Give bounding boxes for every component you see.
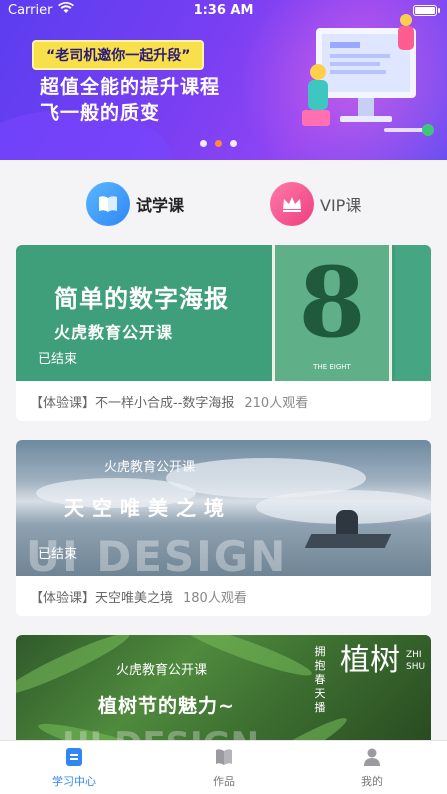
crown-icon: [270, 182, 314, 226]
works-book-icon: [214, 749, 234, 771]
course-meta: 【体验课】不一样小合成--数字海报 210人观看: [16, 381, 431, 421]
course-type-tabs: 试学课 VIP课: [0, 175, 447, 231]
thumb-title: 植树节的魅力~: [98, 695, 235, 717]
promo-banner[interactable]: Carrier 1:36 AM “老司机邀你一起升段” 超值全能的提升课程 飞一…: [0, 0, 447, 160]
vertical-latin: ZHI SHU: [406, 650, 426, 672]
tab-study-center[interactable]: 学习中心: [34, 747, 114, 789]
tab-vip-course[interactable]: VIP课: [270, 182, 361, 226]
tab-profile[interactable]: 我的: [332, 747, 412, 789]
view-count: 180人观看: [183, 590, 247, 606]
tab-works[interactable]: 作品: [184, 747, 264, 789]
poster-stripe: [395, 245, 431, 381]
banner-subheadline: 飞一般的质变: [40, 102, 161, 124]
course-card[interactable]: 简单的数字海报 火虎教育公开课 8 THE EIGHT 已结束 【体验课】不一样…: [16, 245, 431, 421]
poster-caption: THE EIGHT: [313, 363, 351, 371]
poster-number: 8: [298, 246, 366, 359]
course-thumbnail: 火虎教育公开课 天空唯美之境 UI DESIGN 已结束: [16, 440, 431, 576]
tab-trial-course[interactable]: 试学课: [86, 182, 184, 226]
vertical-caption: 拥抱春天播: [314, 645, 326, 714]
vertical-title: 植树: [340, 643, 400, 678]
view-count: 210人观看: [244, 395, 309, 411]
course-label: 【体验课】不一样小合成--数字海报: [30, 395, 235, 411]
status-badge: 已结束: [38, 547, 78, 562]
thumb-subtitle: 火虎教育公开课: [116, 663, 208, 678]
course-label: 【体验课】天空唯美之境: [30, 590, 174, 606]
thumb-subtitle: 火虎教育公开课: [104, 460, 196, 475]
course-meta: 【体验课】天空唯美之境 180人观看: [16, 576, 431, 616]
tab-label: 我的: [361, 775, 383, 788]
thumb-subtitle: 火虎教育公开课: [54, 323, 174, 342]
bottom-tab-bar: 学习中心 作品 我的: [0, 740, 447, 794]
page-dot[interactable]: [200, 140, 207, 147]
page-dot-active[interactable]: [215, 140, 222, 147]
tab-vip-label: VIP课: [320, 196, 362, 215]
invite-badge: “老司机邀你一起升段”: [32, 40, 205, 70]
pier-shape: [304, 534, 392, 548]
tab-label: 学习中心: [52, 775, 96, 788]
study-icon: [64, 748, 84, 771]
thumb-title: 简单的数字海报: [54, 285, 229, 313]
tab-trial-label: 试学课: [136, 196, 185, 215]
banner-headline: 超值全能的提升课程: [40, 76, 221, 98]
course-thumbnail: 简单的数字海报 火虎教育公开课 8 THE EIGHT 已结束: [16, 245, 431, 381]
course-card[interactable]: 火虎教育公开课 天空唯美之境 UI DESIGN 已结束 【体验课】天空唯美之境…: [16, 440, 431, 616]
page-dot[interactable]: [230, 140, 237, 147]
profile-icon: [362, 748, 382, 771]
monitor-illustration: [302, 14, 434, 136]
tab-label: 作品: [213, 775, 235, 788]
status-badge: 已结束: [38, 352, 78, 367]
poster-image: 8 THE EIGHT: [272, 245, 392, 381]
banner-page-indicator[interactable]: [200, 140, 237, 147]
book-open-icon: [86, 182, 130, 226]
thumb-title: 天空唯美之境: [64, 496, 232, 520]
